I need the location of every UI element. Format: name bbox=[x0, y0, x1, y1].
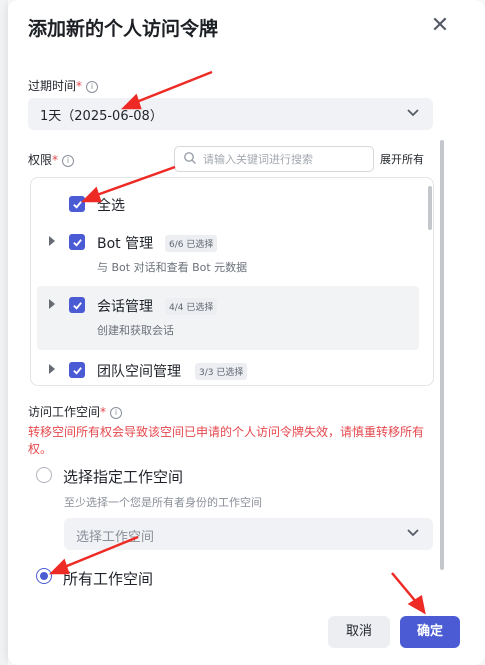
permission-desc: 创建和获取会话 bbox=[97, 324, 174, 337]
select-all-checkbox[interactable] bbox=[69, 196, 85, 212]
expand-triangle-icon[interactable] bbox=[49, 364, 55, 374]
info-icon: i bbox=[110, 406, 123, 419]
check-icon bbox=[72, 238, 82, 247]
check-icon bbox=[72, 366, 82, 375]
search-icon bbox=[184, 152, 196, 164]
ownership-warning: 转移空间所有权会导致该空间已申请的个人访问令牌失效，请慎重转移所有权。 bbox=[28, 425, 425, 456]
expiry-label: 过期时间* i bbox=[28, 77, 99, 94]
select-all-label: 全选 bbox=[97, 198, 125, 214]
check-icon bbox=[72, 301, 82, 310]
permission-list: 全选 Bot 管理 6/6 已选择 与 Bot 对话和查看 Bot 元数据 会话… bbox=[30, 177, 434, 386]
permission-search-input[interactable]: 请输入关键词进行搜索 bbox=[174, 146, 374, 172]
all-workspaces-radio[interactable] bbox=[36, 568, 52, 584]
permission-desc: 与 Bot 对话和查看 Bot 元数据 bbox=[97, 261, 248, 274]
chevron-down-icon bbox=[407, 109, 419, 117]
permission-name: 团队空间管理 bbox=[97, 364, 181, 380]
expiry-value: 1天（2025-06-08） bbox=[40, 109, 163, 124]
specific-workspace-radio[interactable] bbox=[36, 467, 52, 483]
expand-triangle-icon[interactable] bbox=[49, 236, 55, 246]
expiry-select[interactable]: 1天（2025-06-08） bbox=[28, 98, 433, 130]
selection-badge: 4/4 已选择 bbox=[165, 298, 218, 315]
close-icon[interactable]: ✕ bbox=[428, 14, 452, 38]
permission-name: 会话管理 bbox=[97, 299, 153, 315]
selection-badge: 6/6 已选择 bbox=[165, 235, 218, 252]
cancel-button[interactable]: 取消 bbox=[328, 616, 390, 648]
background-page-edge bbox=[0, 0, 8, 665]
specific-workspace-label[interactable]: 选择指定工作空间 bbox=[63, 466, 183, 487]
workspace-hint: 至少选择一个您是所有者身份的工作空间 bbox=[64, 496, 262, 509]
permission-name: Bot 管理 bbox=[97, 236, 154, 252]
info-icon: i bbox=[86, 80, 99, 93]
workspace-select[interactable]: 选择工作空间 bbox=[64, 518, 433, 550]
chevron-down-icon bbox=[407, 529, 419, 537]
dialog-scrollbar[interactable] bbox=[440, 140, 444, 570]
workspace-label: 访问工作空间* i bbox=[28, 403, 123, 420]
conversation-management-checkbox[interactable] bbox=[69, 297, 85, 313]
dialog-title: 添加新的个人访问令牌 bbox=[28, 18, 219, 40]
permission-list-scrollbar[interactable] bbox=[428, 186, 432, 230]
all-workspaces-label[interactable]: 所有工作空间 bbox=[63, 568, 153, 589]
team-space-management-checkbox[interactable] bbox=[69, 362, 85, 378]
permissions-label: 权限* i bbox=[28, 151, 75, 168]
expand-triangle-icon[interactable] bbox=[49, 299, 55, 309]
info-icon: i bbox=[62, 154, 75, 167]
expand-all-link[interactable]: 展开所有 bbox=[380, 151, 424, 167]
bot-management-checkbox[interactable] bbox=[69, 234, 85, 250]
selection-badge: 3/3 已选择 bbox=[195, 363, 248, 380]
check-icon bbox=[72, 200, 82, 209]
confirm-button[interactable]: 确定 bbox=[400, 616, 460, 648]
add-token-dialog: 添加新的个人访问令牌 ✕ 过期时间* i 1天（2025-06-08） 权限* i … bbox=[8, 0, 485, 665]
hovered-row bbox=[37, 286, 419, 350]
